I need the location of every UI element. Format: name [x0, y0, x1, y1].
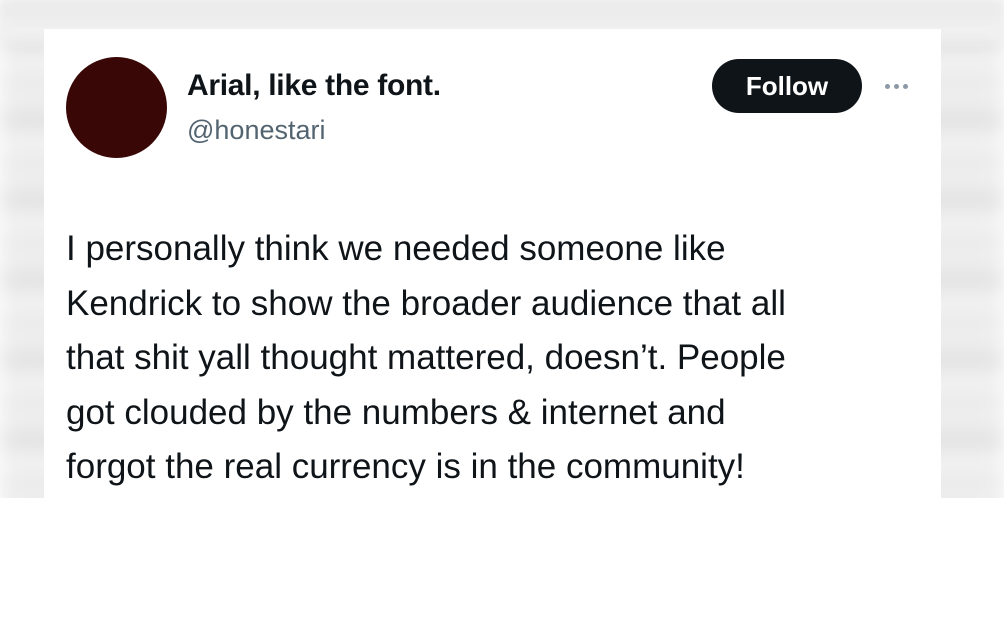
- tweet-line: got clouded by the numbers & internet an…: [66, 392, 726, 432]
- follow-button[interactable]: Follow: [712, 59, 862, 113]
- tweet-line: forgot the real currency is in the commu…: [66, 447, 745, 486]
- more-horizontal-icon: [893, 83, 899, 89]
- avatar[interactable]: [66, 57, 167, 158]
- card-lower-area: [0, 498, 1004, 629]
- tweet-body: I personally think we needed someone lik…: [66, 222, 926, 495]
- tweet-card: Arial, like the font. @honestari Follow …: [44, 29, 941, 498]
- author-handle[interactable]: @honestari: [187, 115, 325, 146]
- tweet-line: I personally think we needed someone lik…: [66, 229, 726, 268]
- tweet-line: Kendrick to show the broader audience th…: [66, 283, 786, 323]
- more-options-button[interactable]: [872, 74, 920, 98]
- more-horizontal-icon: [884, 83, 890, 89]
- tweet-line: that shit yall thought mattered, doesn’t…: [66, 338, 786, 377]
- more-horizontal-icon: [902, 83, 908, 89]
- author-display-name[interactable]: Arial, like the font.: [187, 69, 441, 103]
